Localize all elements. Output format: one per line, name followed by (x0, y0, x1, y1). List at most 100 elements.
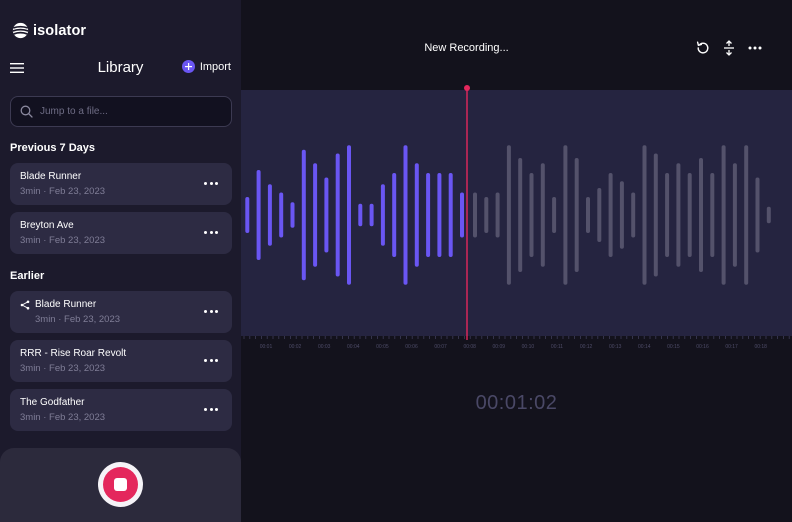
ruler-label: 00:10 (522, 344, 535, 350)
share-icon (20, 300, 30, 309)
played-wave-bar (301, 149, 306, 281)
future-wave-bar (473, 192, 477, 238)
ruler-label: 00:18 (754, 344, 767, 350)
played-wave-bar (369, 203, 374, 227)
played-wave-bar (324, 177, 329, 253)
logo-text: isolator (33, 22, 87, 39)
plus-circle-icon (181, 60, 195, 73)
future-wave-bar (619, 181, 624, 249)
ruler-label: 00:07 (434, 344, 447, 350)
import-label: Import (199, 60, 231, 73)
ruler-label: 00:17 (725, 344, 738, 350)
ruler-label: 00:09 (493, 344, 506, 350)
future-wave-bar (642, 145, 647, 285)
dot (209, 407, 213, 411)
future-wave-bar (710, 173, 715, 257)
recording-item-blade-runner-shared[interactable]: Blade Runner 3min · Feb 23, 2023 (10, 291, 232, 333)
played-wave-bar (256, 170, 261, 260)
more-options-button[interactable] (204, 404, 218, 414)
future-wave-bar (506, 145, 511, 285)
ruler-label: 00:12 (580, 344, 593, 350)
future-wave-bar (574, 158, 579, 272)
played-wave-bar (279, 192, 284, 238)
item-title-text: RRR - Rise Roar Revolt (20, 348, 127, 359)
item-title-text: The Godfather (20, 397, 85, 408)
rotate-ccw-icon[interactable] (695, 40, 711, 56)
ruler-label: 00:02 (289, 344, 302, 350)
ruler-label: 00:05 (376, 344, 389, 350)
more-horizontal-icon[interactable] (747, 40, 763, 56)
future-wave-bar (597, 188, 602, 242)
future-wave-bar (721, 145, 726, 285)
ruler-label: 00:03 (318, 344, 331, 350)
played-wave-bar (245, 197, 250, 233)
more-horizontal-icon (204, 407, 207, 411)
more-options-button[interactable] (204, 227, 218, 237)
future-wave-bar (631, 192, 636, 238)
ruler-label: 00:06 (405, 344, 418, 350)
played-wave-bar (358, 203, 363, 227)
item-title-text: Blade Runner (20, 171, 82, 182)
search-icon (20, 105, 33, 118)
future-wave-bar (495, 192, 500, 238)
dot (215, 181, 218, 185)
ruler-label: 00:04 (347, 344, 360, 350)
recording-item-the-godfather[interactable]: The Godfather 3min · Feb 23, 2023 (10, 389, 232, 431)
import-button[interactable]: Import (181, 60, 231, 73)
search-input[interactable] (40, 106, 220, 117)
future-wave-bar (529, 173, 534, 257)
item-title: RRR - Rise Roar Revolt (20, 348, 126, 359)
future-wave-bar (484, 197, 489, 233)
library-sidebar: isolator Library Import Previous 7 Days … (0, 0, 241, 522)
played-wave-bar (460, 192, 464, 238)
section-title-previous-7-days: Previous 7 Days (10, 142, 95, 154)
item-title: Blade Runner (20, 299, 96, 310)
future-wave-bar (744, 145, 749, 285)
item-meta: 3min · Feb 23, 2023 (20, 363, 106, 374)
ruler-label: 00:15 (667, 344, 680, 350)
played-wave-bar (414, 163, 419, 267)
more-options-button[interactable] (204, 306, 218, 316)
waveform[interactable]: 00:01 00:02 00:03 00:04 00:05 00:06 00:07 00:08… (241, 85, 792, 350)
stop-button-ring (103, 467, 138, 502)
played-wave-bar (347, 145, 351, 285)
item-title: The Godfather (20, 397, 84, 408)
played-wave-bar (380, 184, 385, 246)
item-title: Blade Runner (20, 171, 81, 182)
section-title-earlier: Earlier (10, 270, 45, 282)
recording-item-breyton-ave[interactable]: Breyton Ave 3min · Feb 23, 2023 (10, 212, 232, 254)
more-horizontal-icon (204, 358, 207, 362)
isolator-logo-icon (12, 22, 29, 39)
item-meta: 3min · Feb 23, 2023 (20, 186, 106, 197)
stop-icon (114, 478, 127, 491)
recording-item-blade-runner[interactable]: Blade Runner 3min · Feb 23, 2023 (10, 163, 232, 205)
dot (209, 230, 213, 234)
ruler-label: 00:11 (551, 344, 563, 350)
item-title-text: Blade Runner (35, 299, 97, 310)
search-box (10, 96, 232, 127)
future-wave-bar (552, 197, 557, 233)
played-wave-bar (313, 163, 318, 267)
ruler-label: 00:01 (260, 344, 273, 350)
more-options-button[interactable] (204, 355, 218, 365)
played-wave-bar (290, 202, 295, 228)
more-options-button[interactable] (204, 178, 218, 188)
future-wave-bar (732, 163, 737, 267)
ruler-label: 00:08 (463, 344, 476, 350)
stop-recording-button[interactable] (98, 462, 143, 507)
played-wave-bar (335, 153, 340, 277)
future-wave-bar (755, 177, 760, 253)
future-wave-bar (586, 197, 590, 233)
playhead-handle[interactable] (464, 85, 470, 91)
recording-item-rrr[interactable]: RRR - Rise Roar Revolt 3min · Feb 23, 20… (10, 340, 232, 382)
dot (209, 181, 213, 185)
recording-timer: 00:01:02 (475, 392, 558, 414)
future-wave-bar (699, 158, 703, 272)
future-wave-bar (563, 145, 568, 285)
future-wave-bar (766, 206, 771, 224)
more-horizontal-icon (204, 230, 207, 234)
played-wave-bar (426, 173, 431, 257)
more-horizontal-icon (204, 181, 207, 185)
item-title-text: Breyton Ave (20, 220, 74, 231)
vertical-resize-icon[interactable] (721, 40, 737, 56)
